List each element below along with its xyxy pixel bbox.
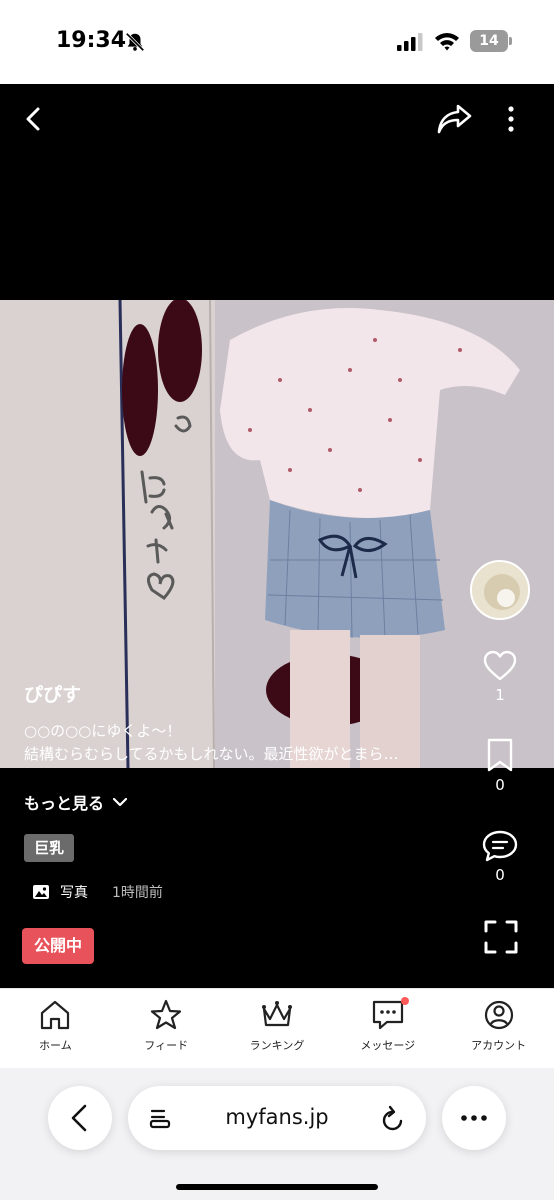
reload-icon[interactable] — [380, 1104, 406, 1132]
browser-more-button[interactable] — [442, 1086, 506, 1150]
photo-icon — [33, 885, 49, 899]
post-meta: 写真 1時間前 — [32, 882, 163, 902]
tab-feed[interactable]: フィード — [111, 989, 222, 1068]
creator-avatar[interactable] — [470, 560, 530, 620]
status-time: 19:34 — [56, 28, 127, 53]
bookmark-count: 0 — [495, 776, 505, 794]
like-count: 1 — [495, 686, 505, 704]
account-icon — [484, 1000, 513, 1030]
post-tag[interactable]: 巨乳 — [24, 834, 75, 862]
cellular-signal-icon — [397, 33, 423, 51]
show-more-label: もっと見る — [24, 794, 105, 813]
more-horizontal-icon — [461, 1115, 487, 1121]
browser-toolbar: myfans.jp — [0, 1068, 554, 1200]
share-icon[interactable] — [436, 102, 474, 136]
home-icon — [41, 1000, 70, 1030]
battery-indicator: 14 — [470, 30, 512, 52]
comment-count: 0 — [495, 866, 505, 884]
address-bar[interactable]: myfans.jp — [128, 1086, 426, 1150]
message-icon — [372, 1000, 403, 1030]
more-vertical-icon[interactable] — [500, 102, 522, 136]
crown-icon — [261, 1001, 292, 1027]
status-bar: 19:34 14 — [0, 0, 554, 84]
caption-line-1: ○○の○○にゆくよ〜！ — [24, 722, 182, 740]
caption-line-2: 結構むらむらしてるかもしれない。最近性欲がとまら… — [24, 745, 399, 763]
heart-icon — [483, 650, 517, 681]
tab-ranking-label: ランキング — [249, 1039, 305, 1052]
show-more-button[interactable]: もっと見る — [24, 790, 128, 814]
tab-messages-label: メッセージ — [360, 1039, 416, 1052]
posted-time: 1時間前 — [112, 885, 163, 901]
media-type-label: 写真 — [60, 885, 88, 901]
tab-account-label: アカウント — [471, 1039, 527, 1052]
home-indicator — [176, 1184, 378, 1190]
fullscreen-icon[interactable] — [484, 920, 518, 954]
tab-messages[interactable]: メッセージ — [332, 989, 443, 1068]
post-username[interactable]: ぴぴす — [24, 680, 81, 707]
back-arrow-icon[interactable] — [18, 104, 48, 134]
chevron-down-icon — [112, 797, 128, 807]
star-icon — [151, 999, 182, 1030]
post-photo-illustration — [0, 300, 554, 768]
chevron-left-icon — [71, 1104, 87, 1132]
bell-off-icon — [125, 32, 145, 52]
tab-ranking[interactable]: ランキング — [222, 989, 333, 1068]
tab-home[interactable]: ホーム — [0, 989, 111, 1068]
post-caption: ○○の○○にゆくよ〜！ 結構むらむらしてるかもしれない。最近性欲がとまら… — [24, 720, 464, 766]
wifi-icon — [435, 33, 459, 51]
comment-button[interactable]: 0 — [474, 830, 526, 884]
message-notification-dot — [401, 997, 410, 1005]
post-photo[interactable] — [0, 300, 554, 768]
bookmark-icon — [487, 738, 513, 772]
tab-home-label: ホーム — [39, 1039, 72, 1052]
comment-icon — [482, 830, 518, 862]
tab-account[interactable]: アカウント — [443, 989, 554, 1068]
bookmark-button[interactable]: 0 — [474, 738, 526, 794]
like-button[interactable]: 1 — [474, 650, 526, 704]
visibility-status-badge: 公開中 — [22, 928, 95, 964]
post-viewer: ぴぴす ○○の○○にゆくよ〜！ 結構むらむらしてるかもしれない。最近性欲がとまら… — [0, 84, 554, 988]
browser-back-button[interactable] — [48, 1086, 112, 1150]
bottom-tab-bar: ホーム フィード ランキング メッセージ アカウント — [0, 988, 554, 1068]
tab-feed-label: フィード — [144, 1039, 189, 1052]
